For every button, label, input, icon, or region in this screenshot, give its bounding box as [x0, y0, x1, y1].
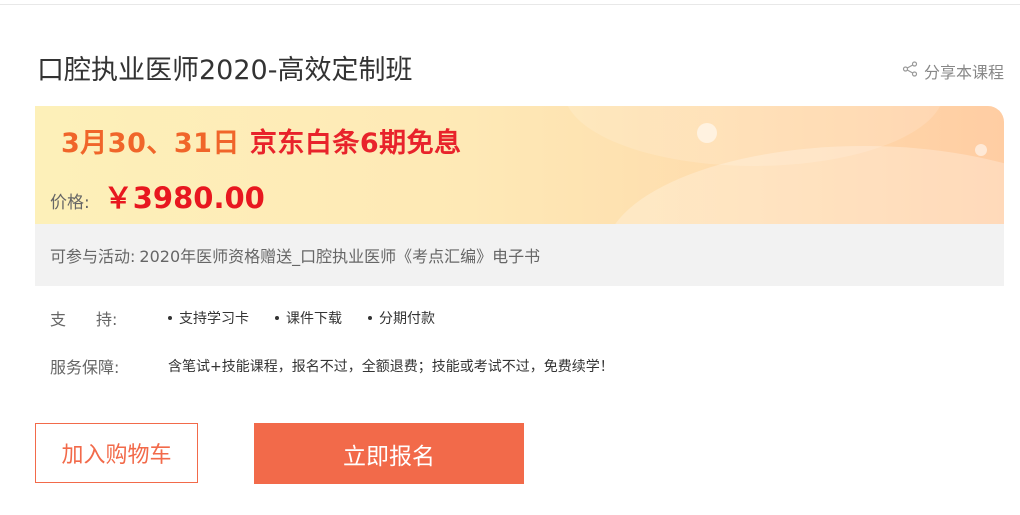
promo-banner: 3月30、31日 京东白条6期免息 价格: ￥3980.00	[35, 106, 1004, 224]
share-course-link[interactable]: 分享本课程	[902, 59, 1004, 83]
support-row: 支持: 支持学习卡 课件下载 分期付款	[50, 306, 461, 330]
top-divider	[0, 4, 1020, 5]
share-label: 分享本课程	[923, 63, 1004, 82]
activity-label: 可参与活动:	[50, 247, 136, 266]
support-item-installment: 分期付款	[368, 308, 435, 328]
banner-bubble	[697, 123, 717, 143]
support-label: 支持:	[50, 310, 118, 329]
promo-offer: 京东白条6期免息	[249, 128, 462, 159]
add-to-cart-button[interactable]: 加入购物车	[35, 423, 198, 483]
guarantee-label: 服务保障:	[50, 358, 120, 377]
activity-row: 可参与活动: 2020年医师资格赠送_口腔执业医师《考点汇编》电子书	[35, 224, 1004, 286]
enroll-now-button[interactable]: 立即报名	[254, 423, 524, 484]
activity-link[interactable]: 2020年医师资格赠送_口腔执业医师《考点汇编》电子书	[139, 243, 540, 267]
price-label: 价格:	[50, 193, 90, 213]
price-row: 价格: ￥3980.00	[50, 175, 265, 217]
course-title: 口腔执业医师2020-高效定制班	[37, 55, 413, 86]
banner-bubble	[975, 144, 987, 156]
support-item-study-card: 支持学习卡	[168, 308, 249, 328]
support-item-download: 课件下载	[275, 308, 342, 328]
share-icon	[902, 61, 918, 81]
promo-headline: 3月30、31日 京东白条6期免息	[61, 121, 462, 160]
price-value: ￥3980.00	[103, 181, 265, 215]
guarantee-row: 服务保障: 含笔试+技能课程，报名不过，全额退费；技能或考试不过，免费续学！	[50, 354, 614, 378]
guarantee-text: 含笔试+技能课程，报名不过，全额退费；技能或考试不过，免费续学！	[168, 359, 614, 375]
promo-date: 3月30、31日	[61, 128, 240, 159]
